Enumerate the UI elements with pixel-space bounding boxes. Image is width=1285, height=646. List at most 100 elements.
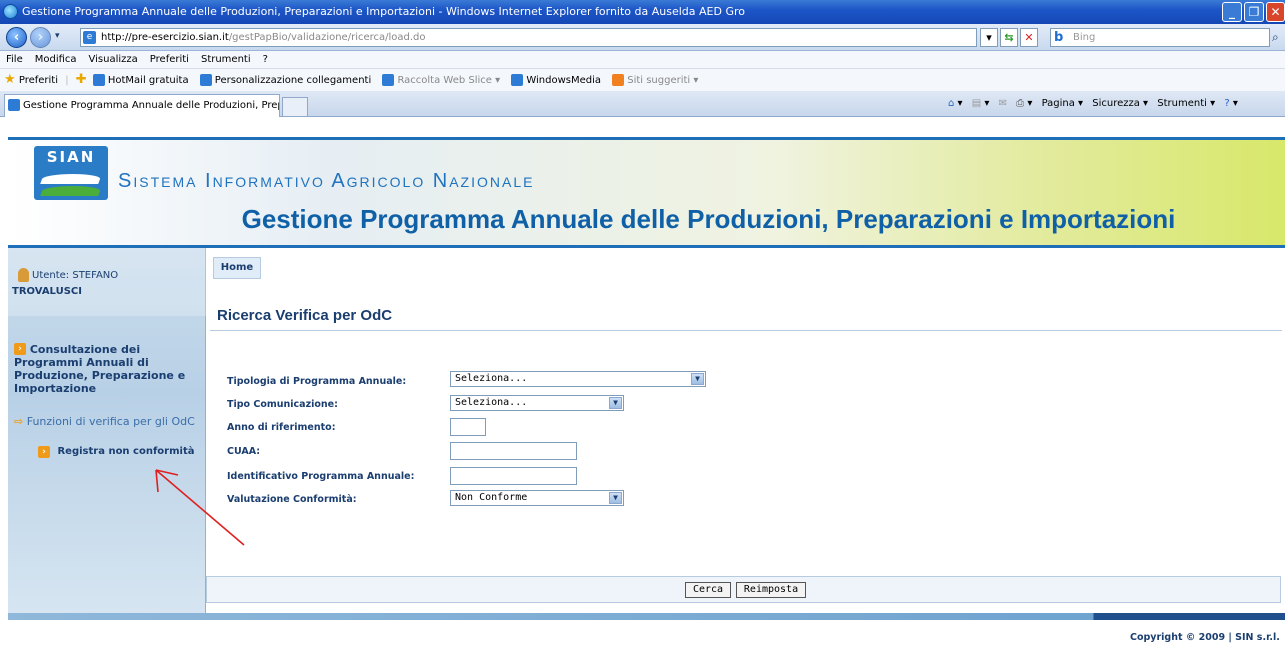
history-dropdown-icon[interactable]: ▾ <box>55 31 60 41</box>
nav-funzioni-verifica[interactable]: ⇨ Funzioni di verifica per gli OdC <box>14 415 202 428</box>
minimize-icon[interactable]: _ <box>1222 2 1242 22</box>
logo-text: SIAN <box>46 148 96 166</box>
ie-logo-icon <box>8 99 20 111</box>
fav-personalizzazione[interactable]: Personalizzazione collegamenti <box>215 75 371 86</box>
arrow-right-icon: › <box>38 446 50 458</box>
nav-consultazione[interactable]: › Consultazione dei Programmi Annuali di… <box>14 343 202 395</box>
menu-visualizza[interactable]: Visualizza <box>89 54 138 65</box>
chevron-down-icon: ▼ <box>609 397 622 409</box>
copyright-text: Copyright © 2009 | SIN s.r.l. <box>1130 632 1280 643</box>
anno-label: Anno di riferimento: <box>227 422 336 433</box>
fav-windowsmedia[interactable]: WindowsMedia <box>526 75 601 86</box>
menu-file[interactable]: File <box>6 54 23 65</box>
sian-logo: SIAN <box>34 146 108 200</box>
close-icon[interactable]: ✕ <box>1266 2 1285 22</box>
nav-registra-label: Registra non conformità <box>57 446 195 457</box>
fav-hotmail[interactable]: HotMail gratuita <box>108 75 189 86</box>
chevron-down-icon: ▼ <box>609 492 622 504</box>
search-input[interactable]: b Bing <box>1050 28 1270 47</box>
sidebar: Utente: STEFANO TROVALUSCI › Consultazio… <box>8 248 206 613</box>
favorites-bar: ★ Preferiti | ✚ HotMail gratuita Persona… <box>0 69 1285 91</box>
title-divider <box>210 330 1282 331</box>
menu-help[interactable]: ? <box>263 54 268 65</box>
arrow-right-icon: › <box>14 343 26 355</box>
search-placeholder: Bing <box>1073 32 1096 43</box>
browser-tab[interactable]: Gestione Programma Annuale delle Produzi… <box>4 94 280 117</box>
address-dropdown-icon[interactable]: ▾ <box>980 28 998 47</box>
user-icon <box>18 268 29 282</box>
ie-page-icon <box>199 74 212 86</box>
logo-wave-green <box>40 186 102 196</box>
user-info: Utente: STEFANO TROVALUSCI <box>8 248 206 316</box>
fav-siti-suggeriti[interactable]: Siti suggeriti ▾ <box>627 75 698 86</box>
search-button[interactable]: Cerca <box>685 582 731 598</box>
back-button[interactable]: ‹ <box>6 27 27 48</box>
nav-consultazione-label: Consultazione dei Programmi Annuali di P… <box>14 343 186 395</box>
tipologia-label: Tipologia di Programma Annuale: <box>227 376 407 387</box>
suggested-sites-icon <box>612 74 625 86</box>
bing-icon: b <box>1054 30 1064 45</box>
tipo-comunicazione-value: Seleziona... <box>455 397 528 408</box>
valutazione-select[interactable]: Non Conforme ▼ <box>450 490 624 506</box>
feeds-icon[interactable]: ▤ <box>972 98 981 109</box>
nav-registra-non-conformita[interactable]: › Registra non conformità <box>38 446 194 458</box>
refresh-icon[interactable]: ⇆ <box>1000 28 1018 47</box>
reset-button[interactable]: Reimposta <box>736 582 806 598</box>
ie-page-icon <box>511 74 524 86</box>
ie-page-icon <box>382 74 395 86</box>
app-title: Gestione Programma Annuale delle Produzi… <box>241 204 1176 234</box>
chevron-down-icon: ▼ <box>691 373 704 385</box>
url-path: /gestPapBio/validazione/ricerca/load.do <box>228 32 426 43</box>
home-icon[interactable]: ⌂ <box>948 98 954 109</box>
cuaa-label: CUAA: <box>227 446 261 457</box>
menu-strumenti[interactable]: Strumenti <box>201 54 251 65</box>
stop-icon[interactable]: ✕ <box>1020 28 1038 47</box>
print-icon[interactable]: ⎙ <box>1016 98 1024 109</box>
ie-logo-icon <box>3 4 18 19</box>
valutazione-value: Non Conforme <box>455 492 528 503</box>
nav-funzioni-label: Funzioni di verifica per gli OdC <box>26 415 195 428</box>
mail-icon[interactable]: ✉ <box>999 98 1007 109</box>
button-bar: Cerca Reimposta <box>206 576 1281 603</box>
new-tab-button[interactable] <box>282 97 308 117</box>
window-title-bar: Gestione Programma Annuale delle Produzi… <box>0 0 1285 24</box>
home-tab[interactable]: Home <box>213 257 261 279</box>
add-favorite-icon[interactable]: ✚ <box>76 72 87 87</box>
fav-raccolta[interactable]: Raccolta Web Slice ▾ <box>397 75 500 86</box>
tools-menu[interactable]: Strumenti ▾ <box>1157 98 1215 109</box>
url-host: http://pre-esercizio.sian.it <box>101 32 229 43</box>
forward-button[interactable]: › <box>30 27 51 48</box>
system-name: Sistema Informativo Agricolo Nazionale <box>118 170 535 192</box>
favorites-button[interactable]: Preferiti <box>19 75 58 86</box>
help-icon[interactable]: ? <box>1224 98 1229 109</box>
footer-bar <box>8 613 1285 620</box>
cuaa-input[interactable] <box>450 442 577 460</box>
tab-title: Gestione Programma Annuale delle Produzi… <box>23 100 280 111</box>
window-title: Gestione Programma Annuale delle Produzi… <box>22 5 745 18</box>
page-title: Ricerca Verifica per OdC <box>217 307 393 324</box>
page-icon: e <box>83 31 96 44</box>
tipo-comunicazione-select[interactable]: Seleziona... ▼ <box>450 395 624 411</box>
page-menu[interactable]: Pagina ▾ <box>1042 98 1084 109</box>
search-icon[interactable]: ⌕ <box>1272 30 1279 45</box>
tipologia-select[interactable]: Seleziona... ▼ <box>450 371 706 387</box>
address-toolbar: ‹ › ▾ e http://pre-esercizio.sian.it/ges… <box>0 24 1285 51</box>
tipologia-value: Seleziona... <box>455 373 528 384</box>
valutazione-label: Valutazione Conformità: <box>227 494 357 505</box>
site-banner: SIAN Sistema Informativo Agricolo Nazion… <box>8 140 1285 245</box>
identificativo-label: Identificativo Programma Annuale: <box>227 471 415 482</box>
identificativo-input[interactable] <box>450 467 577 485</box>
address-bar[interactable]: e http://pre-esercizio.sian.it/gestPapBi… <box>80 28 977 47</box>
arrow-right-icon: ⇨ <box>14 415 24 428</box>
logo-wave-white <box>40 174 102 184</box>
menu-bar: File Modifica Visualizza Preferiti Strumenti… <box>0 51 1285 69</box>
anno-input[interactable] <box>450 418 486 436</box>
favorites-star-icon[interactable]: ★ <box>4 72 16 87</box>
menu-preferiti[interactable]: Preferiti <box>150 54 189 65</box>
maximize-icon[interactable]: ❐ <box>1244 2 1264 22</box>
user-label: Utente: STEFANO <box>32 270 119 281</box>
menu-modifica[interactable]: Modifica <box>35 54 77 65</box>
tipo-comunicazione-label: Tipo Comunicazione: <box>227 399 338 410</box>
command-bar: ⌂ ▾ ▤ ▾ ✉ ⎙ ▾ Pagina ▾ Sicurezza ▾ Strum… <box>948 98 1238 109</box>
security-menu[interactable]: Sicurezza ▾ <box>1092 98 1148 109</box>
